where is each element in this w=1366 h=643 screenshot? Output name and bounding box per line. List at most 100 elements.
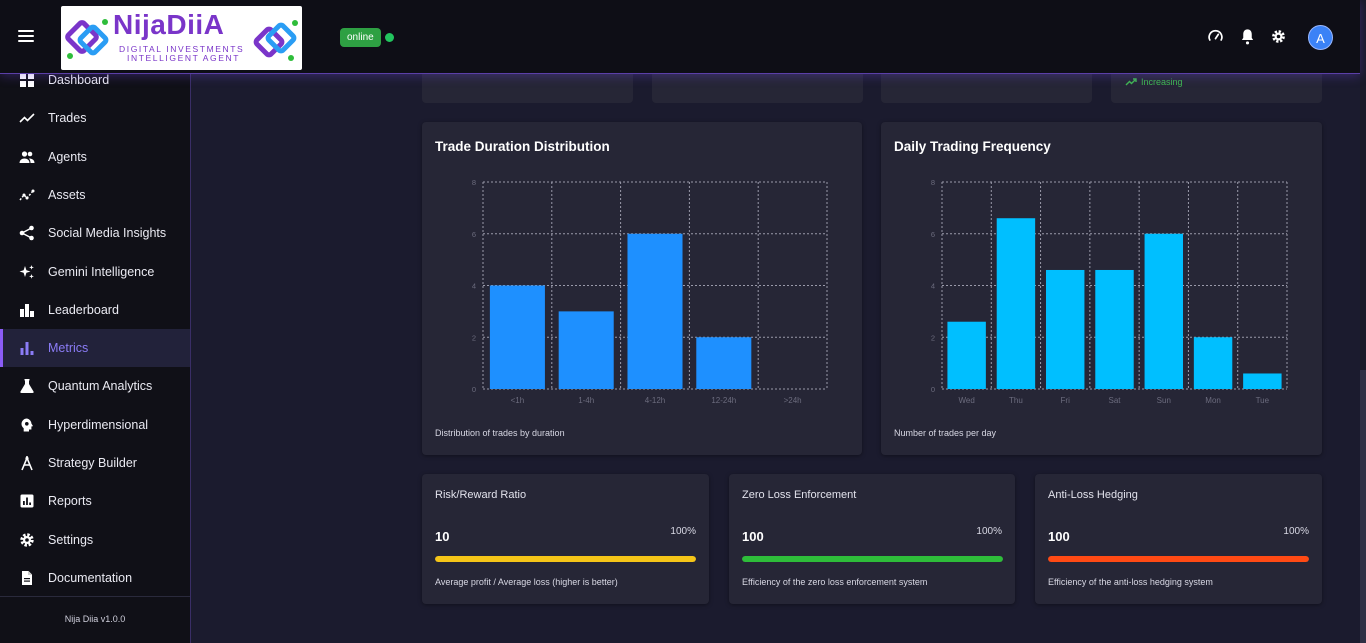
sidebar-item-reports[interactable]: Reports [0, 482, 190, 520]
sidebar-item-trades[interactable]: Trades [0, 99, 190, 137]
bar[interactable] [558, 311, 614, 389]
sidebar: Dashboard Trades Agents Assets Social Media … [0, 72, 191, 643]
document-icon [18, 569, 35, 586]
bar-chart-icon [18, 340, 35, 357]
people-icon [18, 148, 35, 165]
x-tick-label: <1h [511, 396, 525, 405]
y-tick-label: 8 [472, 178, 476, 187]
bar[interactable] [627, 233, 683, 389]
metric-card-zero-loss: Zero Loss Enforcement 100 100% Efficienc… [729, 474, 1015, 604]
bar[interactable] [696, 337, 752, 389]
sidebar-item-documentation[interactable]: Documentation [0, 559, 190, 597]
metric-value: 10 [435, 529, 450, 544]
x-tick-label: 12-24h [711, 396, 736, 405]
y-tick-label: 2 [472, 333, 476, 342]
sidebar-item-assets[interactable]: Assets [0, 176, 190, 214]
scrollbar-thumb[interactable] [1360, 370, 1366, 643]
sidebar-item-settings[interactable]: Settings [0, 521, 190, 559]
metric-value: 100 [1048, 529, 1070, 544]
y-tick-label: 6 [931, 230, 935, 239]
share-icon [18, 225, 35, 242]
compass-icon [18, 455, 35, 472]
duration-bar-chart: 0 2 4 6 8 <1h 1-4h 4-12h 12-24h >24h [472, 178, 828, 405]
sidebar-item-label: Social Media Insights [48, 226, 167, 241]
logo-tagline-line2: INTELLIGENT AGENT [127, 53, 241, 63]
avatar[interactable]: A [1308, 25, 1333, 50]
sidebar-item-leaderboard[interactable]: Leaderboard [0, 291, 190, 329]
sidebar-item-label: Dashboard [48, 73, 110, 87]
sidebar-item-quantum-analytics[interactable]: Quantum Analytics [0, 367, 190, 405]
trend-label: Increasing [1141, 77, 1183, 87]
progress-fill [435, 556, 696, 562]
trending-up-icon [1125, 78, 1137, 86]
metric-card-anti-loss: Anti-Loss Hedging 100 100% Efficiency of… [1035, 474, 1322, 604]
progress-fill [742, 556, 1003, 562]
sidebar-item-label: Leaderboard [48, 302, 119, 317]
metric-description: Average profit / Average loss (higher is… [435, 577, 618, 587]
bar[interactable] [1095, 269, 1134, 389]
progress-fill [1048, 556, 1309, 562]
sidebar-item-label: Gemini Intelligence [48, 264, 155, 279]
stat-card-3 [881, 74, 1092, 103]
x-tick-label: Thu [1009, 396, 1023, 405]
bar[interactable] [947, 321, 986, 389]
metric-percent: 100% [976, 526, 1002, 537]
x-tick-label: Wed [958, 396, 974, 405]
progress-bar [742, 556, 1003, 562]
sidebar-item-label: Quantum Analytics [48, 379, 153, 394]
sidebar-item-gemini-intelligence[interactable]: Gemini Intelligence [0, 253, 190, 291]
sidebar-item-label: Agents [48, 149, 87, 164]
sidebar-item-agents[interactable]: Agents [0, 138, 190, 176]
x-tick-label: >24h [784, 396, 802, 405]
sidebar-item-social-media-insights[interactable]: Social Media Insights [0, 214, 190, 252]
report-icon [18, 493, 35, 510]
metric-title: Anti-Loss Hedging [1048, 489, 1138, 501]
speedometer-icon[interactable] [1207, 28, 1224, 45]
sidebar-item-label: Documentation [48, 570, 133, 585]
x-tick-label: Fri [1061, 396, 1071, 405]
chart-caption: Distribution of trades by duration [435, 428, 565, 438]
bar[interactable] [1193, 337, 1233, 389]
trend-indicator: Increasing [1125, 77, 1183, 87]
metric-description: Efficiency of the zero loss enforcement … [742, 577, 928, 587]
metric-title: Zero Loss Enforcement [742, 489, 857, 501]
sidebar-item-hyperdimensional[interactable]: Hyperdimensional [0, 406, 190, 444]
bar[interactable] [1045, 269, 1085, 389]
leaderboard-icon [18, 301, 35, 318]
logo-name: NijaDiiA [113, 9, 225, 40]
status-badge: online [340, 28, 381, 47]
metric-card-risk-reward: Risk/Reward Ratio 10 100% Average profit… [422, 474, 709, 604]
chart-caption: Number of trades per day [894, 428, 997, 438]
sparkle-icon [18, 263, 35, 280]
stat-card-4: Increasing [1111, 74, 1322, 103]
sidebar-item-label: Assets [48, 187, 86, 202]
sidebar-item-strategy-builder[interactable]: Strategy Builder [0, 444, 190, 482]
logo-mark-left-icon [65, 19, 109, 59]
sidebar-item-metrics[interactable]: Metrics [0, 329, 190, 368]
bar[interactable] [996, 218, 1036, 389]
bell-icon[interactable] [1240, 28, 1255, 45]
logo[interactable]: NijaDiiA DIGITAL INVESTMENTS INTELLIGENT… [61, 6, 302, 70]
dashboard-icon [18, 72, 35, 89]
x-tick-label: 1-4h [578, 396, 594, 405]
x-tick-label: Tue [1256, 396, 1270, 405]
frequency-bar-chart: 0 2 4 6 8 Wed Thu Fri Sat Sun Mon Tue [931, 178, 1288, 405]
frequency-chart-card: Daily Trading Frequency 0 2 4 6 8 Wed Thu Fri Sa… [881, 122, 1322, 455]
scrollbar[interactable] [1360, 0, 1366, 643]
y-tick-label: 4 [931, 282, 935, 291]
gear-icon[interactable] [1270, 28, 1287, 45]
bar[interactable] [1243, 373, 1282, 389]
app-version: Nija Diia v1.0.0 [64, 614, 126, 624]
scatter-trend-icon [18, 186, 35, 203]
y-tick-label: 0 [931, 385, 935, 394]
sidebar-item-label: Trades [48, 111, 87, 126]
y-tick-label: 2 [931, 333, 935, 342]
metric-value: 100 [742, 529, 764, 544]
trending-icon [18, 110, 35, 127]
sidebar-divider [0, 596, 190, 597]
menu-icon[interactable] [18, 30, 34, 44]
bar[interactable] [1144, 233, 1184, 389]
bar[interactable] [489, 285, 545, 390]
metric-description: Efficiency of the anti-loss hedging syst… [1048, 577, 1213, 587]
x-tick-label: Mon [1205, 396, 1221, 405]
